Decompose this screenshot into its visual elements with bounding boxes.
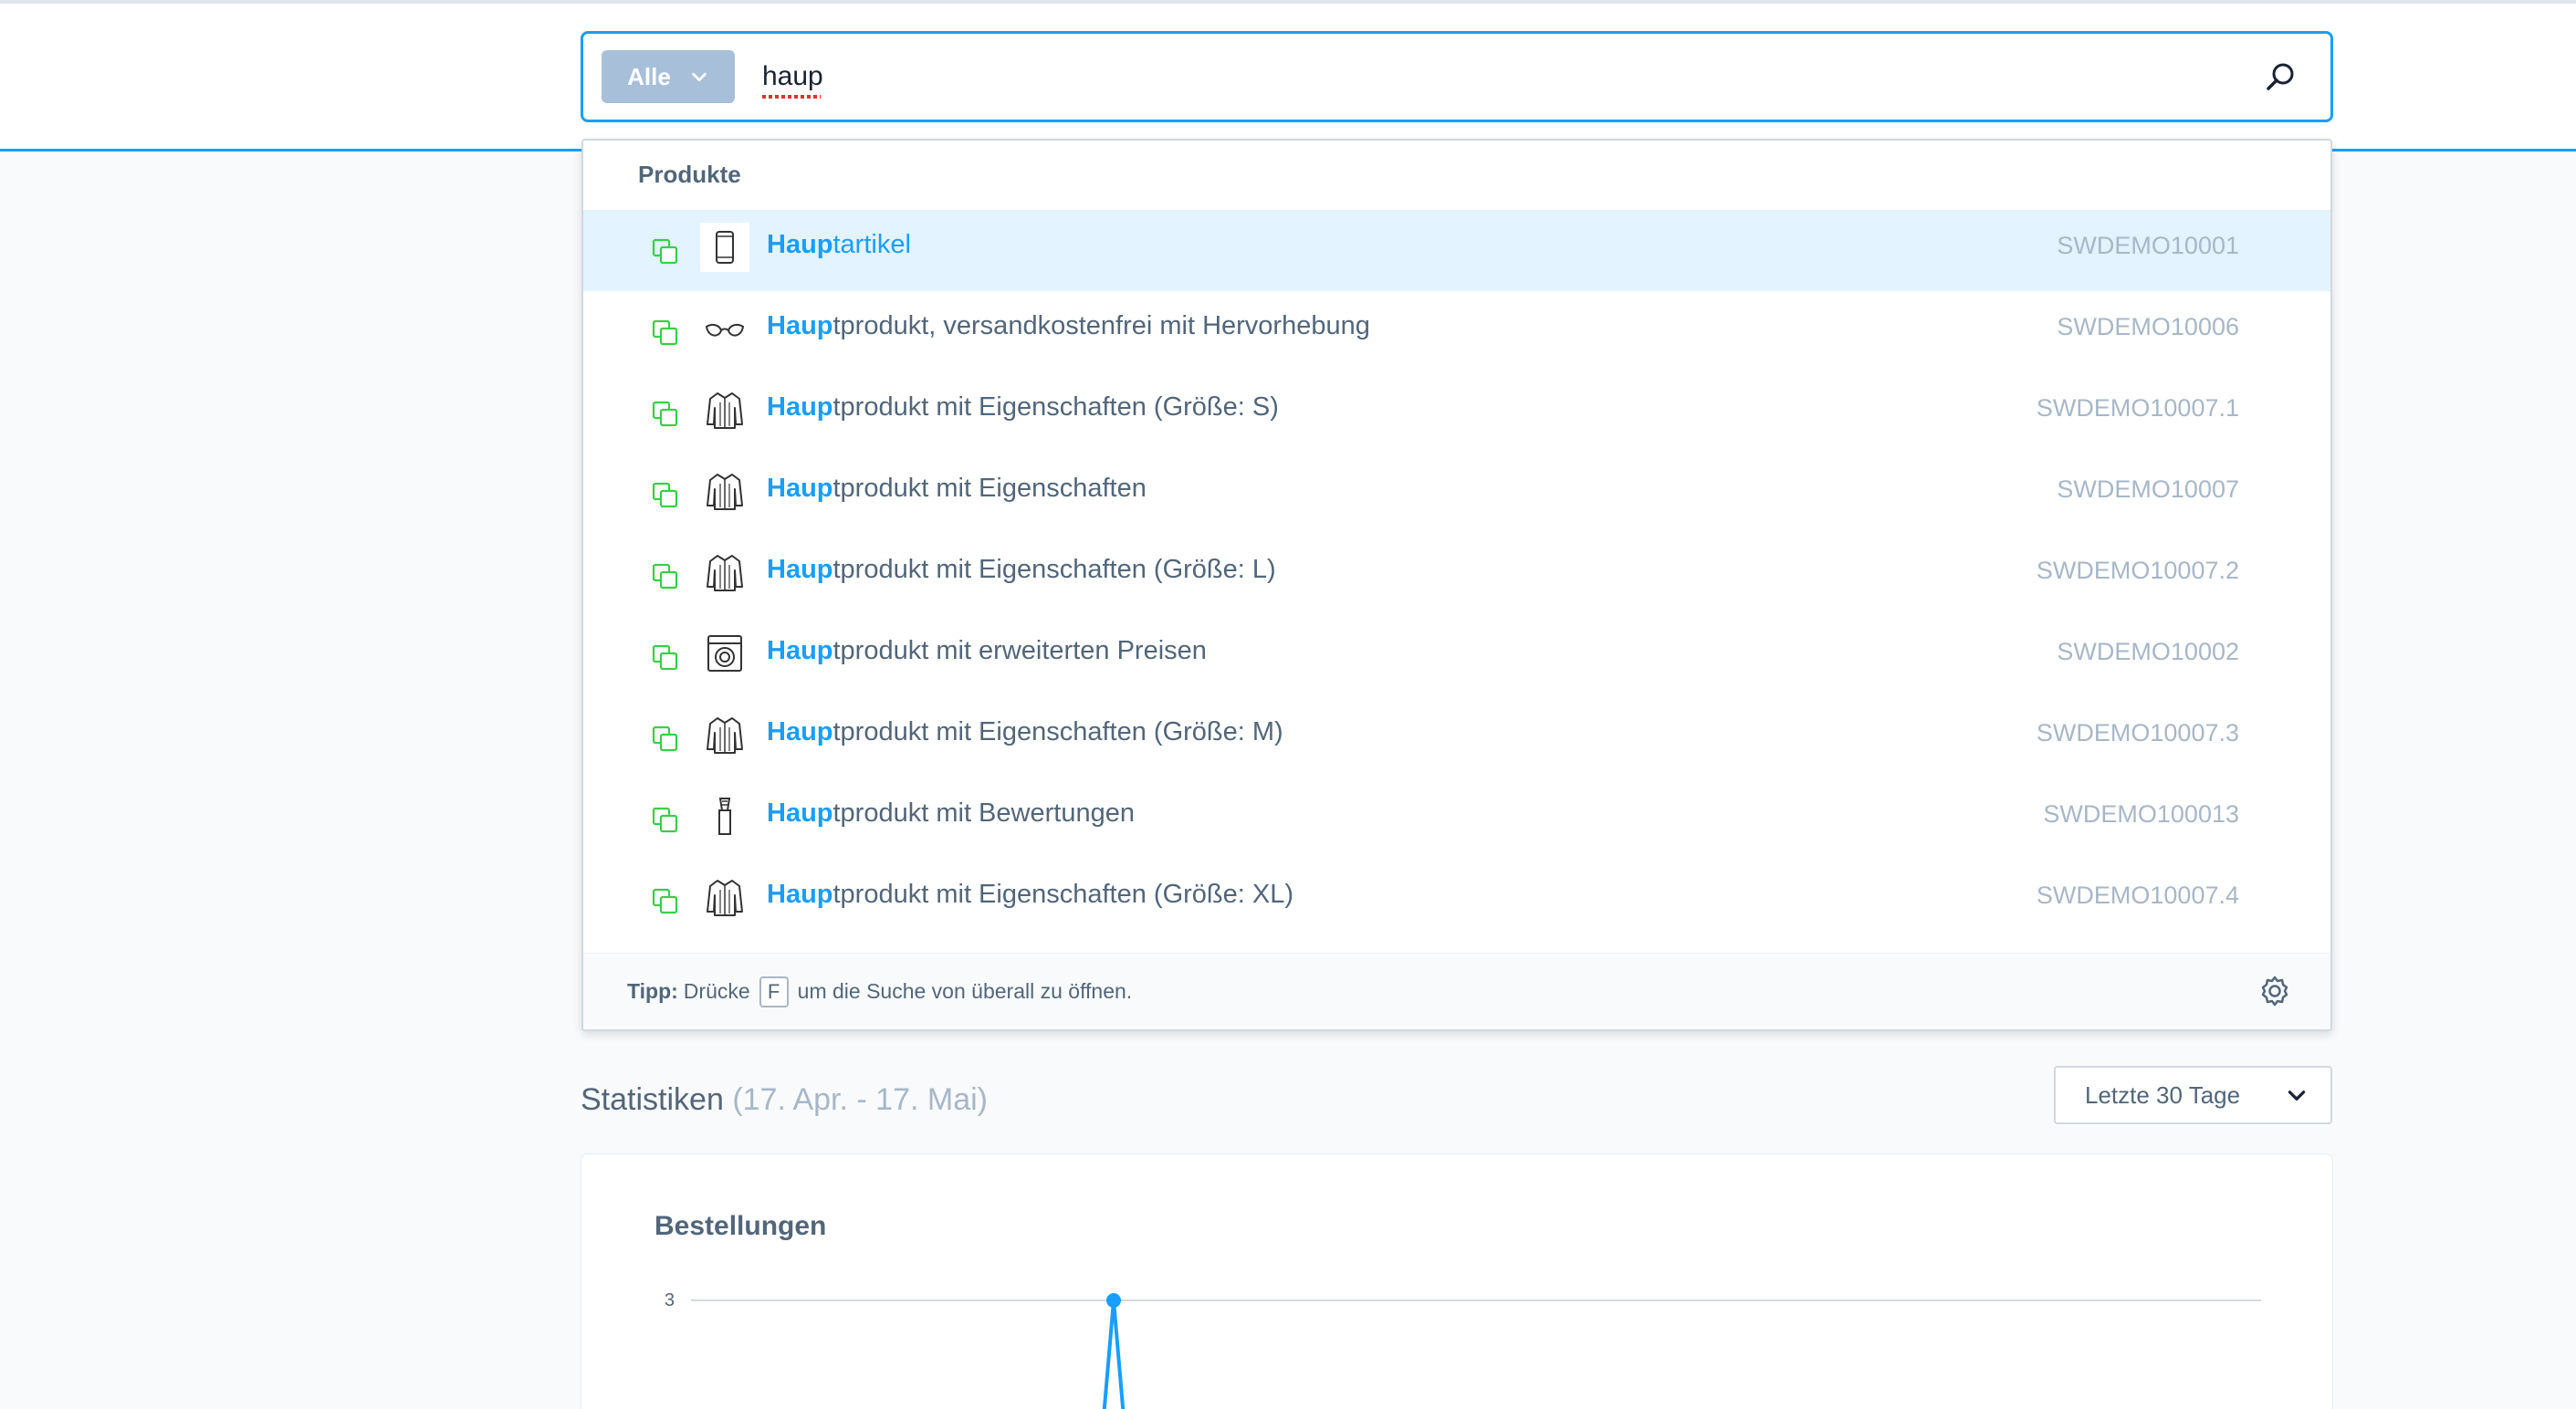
product-name: Hauptprodukt mit Eigenschaften [767, 474, 1147, 504]
copy-icon [651, 887, 680, 916]
match-highlight: Haup [767, 717, 833, 746]
product-thumbnail [700, 872, 749, 922]
search-result-row[interactable]: Hauptprodukt mit Eigenschaften (Größe: L… [583, 535, 2330, 616]
product-name: Hauptprodukt mit Eigenschaften (Größe: X… [767, 880, 1293, 910]
y-tick-label: 3 [665, 1290, 675, 1310]
gear-icon[interactable] [2257, 974, 2292, 1008]
search-result-row[interactable]: Hauptprodukt mit Eigenschaften (Größe: X… [583, 860, 2330, 941]
product-name: Hauptprodukt mit Eigenschaften (Größe: S… [767, 392, 1279, 423]
tip-text-before: Drücke [683, 979, 750, 1003]
product-name-rest: tprodukt mit Eigenschaften (Größe: S) [832, 392, 1279, 422]
product-name: Hauptprodukt mit Bewertungen [767, 798, 1135, 829]
data-point[interactable] [1106, 1293, 1121, 1308]
search-result-row[interactable]: Hauptprodukt mit Eigenschaften (Größe: M… [583, 697, 2330, 778]
product-name: Hauptprodukt mit Eigenschaften (Größe: M… [767, 717, 1283, 747]
spellcheck-underline [762, 95, 821, 99]
chevron-down-icon [2288, 1091, 2306, 1101]
search-icon[interactable] [2265, 60, 2298, 93]
search-tip-bar: Tipp: Drücke F um die Suche von überall … [583, 953, 2330, 1029]
statistics-date-range: (17. Apr. - 17. Mai) [732, 1082, 988, 1117]
product-name-rest: tprodukt, versandkostenfrei mit Hervorhe… [832, 311, 1370, 340]
product-number: SWDEMO10002 [2057, 638, 2239, 665]
statistics-title: Statistiken [581, 1082, 724, 1117]
product-number: SWDEMO10007.3 [2036, 719, 2239, 746]
match-highlight: Haup [767, 798, 833, 828]
product-name-rest: tprodukt mit Bewertungen [832, 798, 1135, 828]
search-result-row[interactable]: Hauptprodukt mit Eigenschaften (Größe: S… [583, 372, 2330, 454]
product-number: SWDEMO10001 [2057, 232, 2239, 259]
search-type-dropdown[interactable]: Alle [602, 50, 735, 103]
match-highlight: Haup [767, 474, 833, 503]
copy-icon [651, 806, 680, 835]
product-thumbnail [700, 223, 749, 272]
product-number: SWDEMO10007.2 [2036, 557, 2239, 584]
product-thumbnail [700, 791, 749, 840]
product-number: SWDEMO10007.1 [2036, 394, 2239, 422]
time-range-value: Letzte 30 Tage [2085, 1080, 2241, 1109]
search-type-label: Alle [627, 62, 671, 90]
match-highlight: Haup [767, 636, 833, 665]
product-thumbnail [700, 710, 749, 759]
series-line [1102, 1299, 1126, 1409]
chevron-down-icon [692, 72, 707, 82]
results-list: Hauptartikel SWDEMO10001 Hauptprodukt, ver… [583, 210, 2330, 941]
product-name: Hauptartikel [767, 230, 911, 260]
product-name: Hauptprodukt mit Eigenschaften (Größe: L… [767, 555, 1276, 585]
product-number: SWDEMO100013 [2043, 800, 2239, 828]
copy-icon [651, 725, 680, 754]
product-number: SWDEMO10007 [2057, 475, 2239, 503]
product-thumbnail [700, 466, 749, 516]
copy-icon [651, 318, 680, 348]
product-name-rest: tprodukt mit Eigenschaften [832, 474, 1147, 503]
search-results-dropdown: Produkte Hauptartikel SWDEMO10001 Hauptpro… [581, 139, 2332, 1031]
product-name-rest: tprodukt mit erweiterten Preisen [832, 636, 1207, 665]
match-highlight: Haup [767, 311, 833, 340]
product-name-rest: tartikel [832, 230, 911, 259]
match-highlight: Haup [767, 880, 833, 909]
search-result-row[interactable]: Hauptartikel SWDEMO10001 [583, 210, 2330, 291]
copy-icon [651, 562, 680, 591]
global-search-bar[interactable]: Alle [581, 31, 2333, 122]
match-highlight: Haup [767, 555, 833, 584]
copy-icon [651, 237, 680, 266]
tip-text-after: um die Suche von überall zu öffnen. [797, 979, 1133, 1003]
results-section-title: Produkte [638, 161, 741, 188]
search-result-row[interactable]: Hauptprodukt mit Eigenschaften SWDEMO1000… [583, 454, 2330, 535]
copy-icon [651, 400, 680, 429]
product-thumbnail [700, 385, 749, 434]
product-thumbnail [700, 548, 749, 597]
product-name: Hauptprodukt mit erweiterten Preisen [767, 636, 1207, 666]
search-result-row[interactable]: Hauptprodukt, versandkostenfrei mit Herv… [583, 291, 2330, 372]
search-result-row[interactable]: Hauptprodukt mit erweiterten Preisen SWDE… [583, 616, 2330, 697]
product-number: SWDEMO10007.4 [2036, 882, 2239, 909]
product-name: Hauptprodukt, versandkostenfrei mit Herv… [767, 311, 1370, 341]
tip-label: Tipp: [627, 979, 678, 1003]
product-number: SWDEMO10006 [2057, 313, 2239, 340]
time-range-select[interactable]: Letzte 30 Tage [2054, 1066, 2332, 1124]
product-thumbnail [700, 304, 749, 353]
product-name-rest: tprodukt mit Eigenschaften (Größe: M) [832, 717, 1283, 746]
statistics-heading: Statistiken (17. Apr. - 17. Mai) [581, 1082, 988, 1118]
match-highlight: Haup [767, 392, 833, 422]
search-result-row[interactable]: Hauptprodukt mit Bewertungen SWDEMO100013 [583, 778, 2330, 860]
product-thumbnail [700, 629, 749, 678]
orders-chart-card: Bestellungen 3 [581, 1153, 2333, 1409]
product-name-rest: tprodukt mit Eigenschaften (Größe: XL) [832, 880, 1294, 909]
orders-chart: 3 [665, 1290, 2261, 1409]
match-highlight: Haup [767, 230, 833, 259]
copy-icon [651, 643, 680, 673]
product-name-rest: tprodukt mit Eigenschaften (Größe: L) [832, 555, 1276, 584]
copy-icon [651, 481, 680, 510]
search-input[interactable] [762, 49, 2265, 104]
keyboard-shortcut-key: F [759, 976, 789, 1007]
